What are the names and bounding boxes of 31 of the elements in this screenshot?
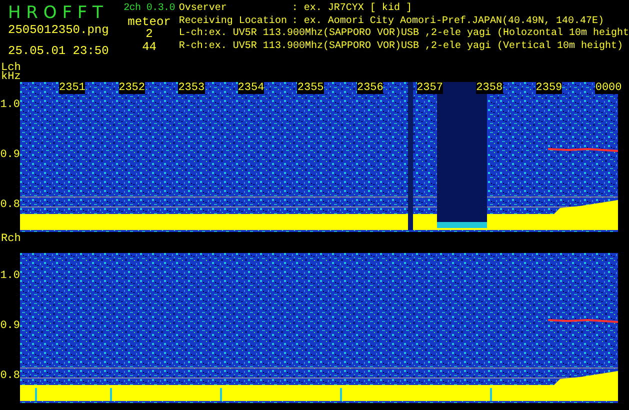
app-title: H R O F F T xyxy=(8,3,103,23)
time-label: 2351 xyxy=(59,82,86,94)
time-label: 2355 xyxy=(297,82,324,94)
unit-label: kHz xyxy=(1,73,21,82)
meteor-count: 2 xyxy=(146,28,153,40)
info-value: : ex. Aomori City Aomori-Pref.JAPAN(40.49N, 140.47E) xyxy=(292,16,604,28)
axis-label: 0.9 xyxy=(0,321,20,332)
file-name: 2505012350.png xyxy=(8,24,109,36)
version-label: 2ch 0.3.0 xyxy=(124,3,175,16)
date-time: 25.05.01 23:50 xyxy=(8,44,109,57)
channel-label: Rch xyxy=(1,235,21,244)
time-label: 2359 xyxy=(536,82,562,94)
time-label: 2357 xyxy=(416,82,443,94)
meteor-count: 44 xyxy=(142,40,156,53)
info-value: R-ch:ex. UV5R 113.900Mhz(SAPPORO VOR)USB ,2-ele yagi (Vertical 10m height) xyxy=(178,40,623,53)
axis-label: 0.8 xyxy=(0,371,20,382)
info-value: : ex. JR7CYX [ kid ] xyxy=(292,3,412,16)
time-label: 0000 xyxy=(595,82,622,94)
info-value: L-ch:ex. UV5R 113.900Mhz(SAPPORO VOR)USB ,2-ele yagi (Holozontal 10m height xyxy=(178,28,629,40)
axis-label: 1.0 xyxy=(0,271,20,282)
info-label: Receiving Location xyxy=(178,16,288,28)
time-label: 2352 xyxy=(118,82,145,94)
info-label: Ovserver xyxy=(178,3,228,16)
time-label: 2354 xyxy=(238,82,264,94)
axis-label: 1.0 xyxy=(0,100,20,111)
axis-label: 0.9 xyxy=(0,150,20,161)
time-label: 2358 xyxy=(476,82,503,94)
axis-label: 0.8 xyxy=(0,200,20,211)
time-label: 2353 xyxy=(178,82,205,94)
count-label: meteor xyxy=(128,16,171,28)
time-label: 2356 xyxy=(356,82,384,94)
